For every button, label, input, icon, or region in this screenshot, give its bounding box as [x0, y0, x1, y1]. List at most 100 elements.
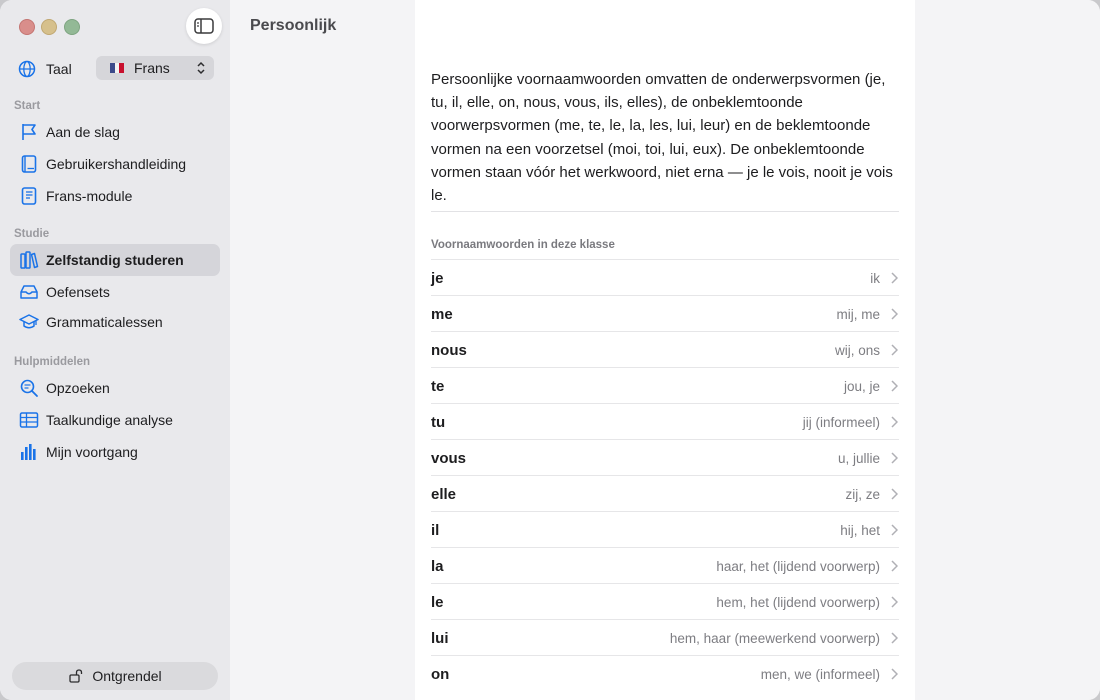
- chevron-right-icon: [891, 344, 898, 356]
- list-item[interactable]: tu jij (informeel): [431, 403, 899, 440]
- sidebar-item-label: Aan de slag: [46, 124, 120, 140]
- language-row: Taal Frans: [18, 56, 218, 82]
- unlock-icon: [69, 669, 83, 683]
- pronoun-translation: hem, haar (meewerkend voorwerp): [669, 631, 880, 646]
- books-icon: [20, 251, 39, 269]
- minimize-window-button[interactable]: [41, 19, 57, 35]
- list-item[interactable]: elle zij, ze: [431, 475, 899, 512]
- sidebar-item-grammaticalessen[interactable]: Grammaticalessen: [10, 306, 220, 338]
- chevron-right-icon: [891, 632, 898, 644]
- sidebar-item-label: Opzoeken: [46, 380, 110, 396]
- sidebar-item-label: Zelfstandig studeren: [46, 252, 184, 268]
- chevron-right-icon: [891, 668, 898, 680]
- close-window-button[interactable]: [19, 19, 35, 35]
- pronoun-translation: men, we (informeel): [760, 667, 880, 682]
- sidebar-item-label: Mijn voortgang: [46, 444, 138, 460]
- module-book-icon: [21, 187, 37, 205]
- sidebar-item-aan-de-slag[interactable]: Aan de slag: [10, 116, 220, 148]
- list-item[interactable]: me mij, me: [431, 295, 899, 332]
- pronoun-term: le: [431, 594, 444, 611]
- chevron-right-icon: [891, 272, 898, 284]
- pronoun-term: la: [431, 558, 444, 575]
- section-title-hulpmiddelen: Hulpmiddelen: [14, 356, 91, 368]
- chevron-right-icon: [891, 416, 898, 428]
- pronoun-translation: wij, ons: [834, 343, 880, 358]
- pronoun-term: me: [431, 306, 453, 323]
- graduation-cap-icon: [19, 314, 39, 329]
- pronoun-term: il: [431, 522, 440, 539]
- zoom-window-button[interactable]: [64, 19, 80, 35]
- tray-icon: [20, 285, 38, 299]
- list-item[interactable]: la haar, het (lijdend voorwerp): [431, 547, 899, 584]
- sidebar-item-label: Taalkundige analyse: [46, 412, 173, 428]
- sidebar-item-mijn-voortgang[interactable]: Mijn voortgang: [10, 436, 220, 468]
- book-icon: [21, 155, 37, 173]
- list-item[interactable]: nous wij, ons: [431, 331, 899, 368]
- globe-icon: [18, 60, 36, 78]
- pronoun-translation: mij, me: [836, 307, 881, 322]
- sidebar-item-taalkundige-analyse[interactable]: Taalkundige analyse: [10, 404, 220, 436]
- toggle-sidebar-button[interactable]: [186, 8, 222, 44]
- section-title-start: Start: [14, 100, 41, 112]
- pronoun-translation: hem, het (lijdend voorwerp): [716, 595, 880, 610]
- flag-icon: [22, 124, 36, 140]
- pronoun-term: elle: [431, 486, 457, 503]
- sidebar-item-label: Gebruikershandleiding: [46, 156, 187, 172]
- pronoun-term: te: [431, 378, 445, 395]
- intro-paragraph: Persoonlijke voornaamwoorden omvatten de…: [431, 68, 901, 207]
- magnifier-icon: [20, 379, 38, 397]
- sidebar-item-opzoeken[interactable]: Opzoeken: [10, 372, 220, 404]
- divider: [431, 211, 899, 212]
- list-item[interactable]: le hem, het (lijdend voorwerp): [431, 583, 899, 620]
- pronoun-translation: haar, het (lijdend voorwerp): [716, 559, 880, 574]
- sidebar-item-frans-module[interactable]: Frans-module: [10, 180, 220, 212]
- pronoun-term: je: [431, 270, 444, 287]
- sidebar-item-oefensets[interactable]: Oefensets: [10, 276, 220, 308]
- pronoun-translation: jij (informeel): [802, 415, 880, 430]
- list-header: Voornaamwoorden in deze klasse: [431, 239, 615, 251]
- pronoun-term: nous: [431, 342, 467, 359]
- table-icon: [19, 412, 39, 428]
- page-title: Persoonlijk: [250, 17, 337, 34]
- list-item[interactable]: je ik: [431, 259, 899, 296]
- sidebar-item-label: Grammaticalessen: [46, 314, 163, 330]
- sidebar-item-zelfstandig-studeren[interactable]: Zelfstandig studeren: [10, 244, 220, 276]
- list-item[interactable]: on men, we (informeel): [431, 655, 899, 692]
- list-item[interactable]: vous u, jullie: [431, 439, 899, 476]
- list-item[interactable]: il hij, het: [431, 511, 899, 548]
- unlock-button[interactable]: Ontgrendel: [12, 662, 218, 690]
- language-label: Taal: [46, 61, 72, 77]
- chevron-right-icon: [891, 560, 898, 572]
- pronoun-translation: zij, ze: [845, 487, 880, 502]
- chevron-right-icon: [891, 308, 898, 320]
- pronoun-term: vous: [431, 450, 467, 467]
- chevron-right-icon: [891, 596, 898, 608]
- sidebar-item-label: Frans-module: [46, 188, 133, 204]
- sidebar-item-gebruikershandleiding[interactable]: Gebruikershandleiding: [10, 148, 220, 180]
- chevron-up-down-icon: [197, 61, 205, 75]
- list-item[interactable]: te jou, je: [431, 367, 899, 404]
- sidebar: Taal Frans Start Aan de slag Gebruikersh…: [0, 0, 230, 700]
- pronoun-term: on: [431, 666, 450, 683]
- chevron-right-icon: [891, 380, 898, 392]
- language-value: Frans: [134, 60, 170, 76]
- right-margin: [915, 0, 1100, 700]
- app-window: Taal Frans Start Aan de slag Gebruikersh…: [0, 0, 1100, 700]
- chevron-right-icon: [891, 524, 898, 536]
- pronoun-translation: hij, het: [840, 523, 880, 538]
- intro-text: Persoonlijke voornaamwoorden omvatten de…: [431, 71, 893, 205]
- bar-chart-icon: [21, 444, 36, 460]
- language-select[interactable]: Frans: [96, 56, 214, 80]
- chevron-right-icon: [891, 488, 898, 500]
- chevron-right-icon: [891, 452, 898, 464]
- pronoun-translation: jou, je: [843, 379, 880, 394]
- sidebar-toggle-icon: [194, 18, 214, 34]
- content-panel: Persoonlijke voornaamwoorden omvatten de…: [415, 0, 915, 700]
- sidebar-item-label: Oefensets: [46, 284, 110, 300]
- pronoun-term: lui: [431, 630, 449, 647]
- unlock-label: Ontgrendel: [92, 668, 162, 684]
- pronoun-term: tu: [431, 414, 446, 431]
- list-item[interactable]: lui hem, haar (meewerkend voorwerp): [431, 619, 899, 656]
- pronoun-translation: u, jullie: [837, 451, 880, 466]
- section-title-studie: Studie: [14, 228, 50, 240]
